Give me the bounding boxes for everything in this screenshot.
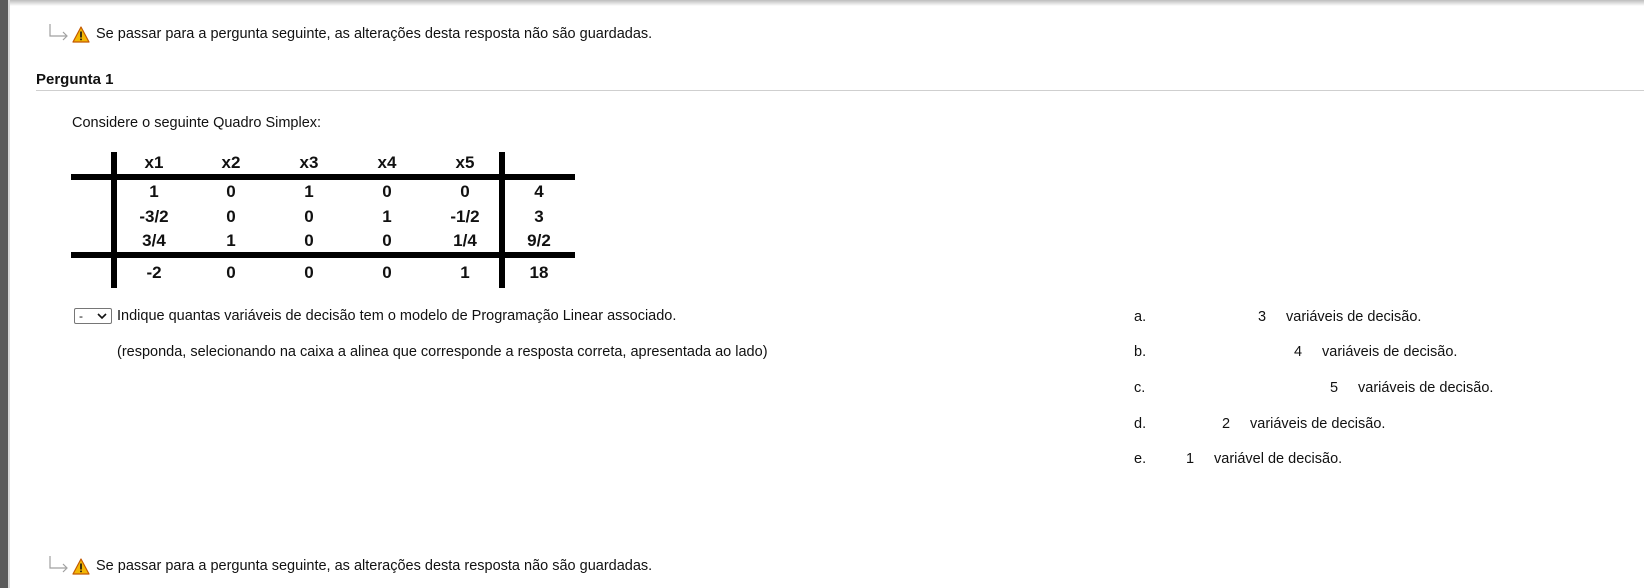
option-d-letter: d. (1134, 416, 1147, 432)
cell-z-c1: -2 (146, 263, 162, 282)
cell-r3-rhs: 9/2 (527, 231, 551, 250)
cell-z-c3: 0 (304, 263, 314, 282)
warning-text: Se passar para a pergunta seguinte, as a… (96, 558, 653, 574)
answer-select[interactable]: - (74, 308, 112, 324)
header-x3: x3 (299, 153, 319, 172)
cell-z-c2: 0 (226, 263, 236, 282)
option-c-letter: c. (1134, 380, 1146, 396)
option-d-label: variáveis de decisão. (1250, 416, 1386, 432)
cell-r1-rhs: 4 (534, 182, 544, 201)
question-title: Pergunta 1 (36, 71, 114, 88)
header-x1: x1 (144, 153, 164, 172)
cell-r2-c2: 0 (226, 207, 236, 226)
question-note: (responda, selecionando na caixa a aline… (117, 344, 768, 360)
return-arrow-icon (49, 556, 68, 573)
warning-icon (72, 25, 90, 43)
cell-r3-c5: 1/4 (453, 231, 477, 250)
cell-z-c4: 0 (382, 263, 392, 282)
header-x4: x4 (377, 153, 397, 172)
warning-text: Se passar para a pergunta seguinte, as a… (96, 26, 653, 42)
option-c-number: 5 (1330, 380, 1339, 396)
option-b-number: 4 (1294, 344, 1303, 360)
option-d-number: 2 (1222, 416, 1231, 432)
table-rule-left (111, 152, 117, 288)
warning-icon (72, 557, 90, 575)
option-e-number: 1 (1186, 451, 1195, 467)
cell-r3-c4: 0 (382, 231, 392, 250)
cell-r1-c4: 0 (382, 182, 392, 201)
top-shadow (10, 0, 1644, 6)
left-rail (0, 0, 10, 588)
option-a-label: variáveis de decisão. (1286, 309, 1422, 325)
cell-r3-c3: 0 (304, 231, 314, 250)
question-text: Indique quantas variáveis de decisão tem… (117, 308, 677, 324)
return-arrow-icon (49, 24, 68, 41)
cell-r1-c2: 0 (226, 182, 236, 201)
simplex-table: x1 x2 x3 x4 x5 1 0 1 0 0 4 -3/2 0 0 1 -1… (71, 152, 575, 288)
option-a-letter: a. (1134, 309, 1147, 325)
cell-r3-c1: 3/4 (142, 231, 166, 250)
cell-r3-c2: 1 (226, 231, 236, 250)
cell-r1-c1: 1 (149, 182, 159, 201)
cell-r2-c5: -1/2 (450, 207, 480, 226)
option-e-label: variável de decisão. (1214, 451, 1343, 467)
answer-select-value: - (79, 309, 83, 323)
cell-r2-c3: 0 (304, 207, 314, 226)
header-x2: x2 (221, 153, 241, 172)
warning-top: Se passar para a pergunta seguinte, as a… (46, 22, 652, 46)
option-b-label: variáveis de decisão. (1322, 344, 1458, 360)
cell-r2-rhs: 3 (534, 207, 544, 226)
warning-bottom: Se passar para a pergunta seguinte, as a… (46, 554, 652, 578)
chevron-down-icon (97, 313, 107, 320)
option-b-letter: b. (1134, 344, 1147, 360)
header-x5: x5 (455, 153, 475, 172)
option-a-number: 3 (1258, 309, 1267, 325)
question-prompt: Considere o seguinte Quadro Simplex: (72, 115, 322, 131)
title-divider (36, 90, 1644, 91)
cell-z-rhs: 18 (529, 263, 549, 282)
cell-r2-c1: -3/2 (139, 207, 169, 226)
option-e-letter: e. (1134, 451, 1147, 467)
cell-r1-c3: 1 (304, 182, 314, 201)
cell-z-c5: 1 (460, 263, 470, 282)
cell-r1-c5: 0 (460, 182, 470, 201)
option-c-label: variáveis de decisão. (1358, 380, 1494, 396)
cell-r2-c4: 1 (382, 207, 392, 226)
